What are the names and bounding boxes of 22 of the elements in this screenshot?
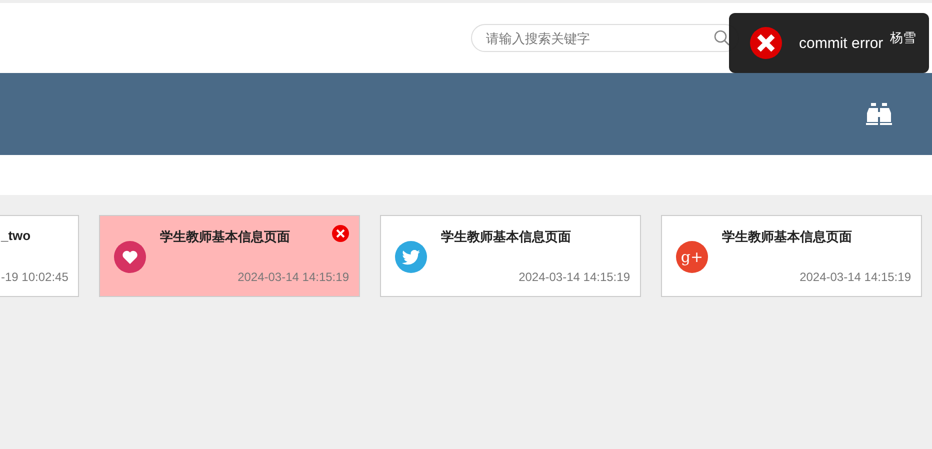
card[interactable]: g+ 学生教师基本信息页面 2024-03-14 14:15:19 xyxy=(661,215,922,297)
search-input[interactable]: 请输入搜索关键字 xyxy=(484,30,714,46)
error-icon xyxy=(749,26,783,60)
card-title: 学生教师基本信息页面 xyxy=(441,228,571,246)
card-time: 2024-03-14 14:15:19 xyxy=(800,270,911,284)
user-name[interactable]: 杨雪 xyxy=(890,29,916,47)
card-title: _two xyxy=(1,228,31,243)
binoculars-icon[interactable] xyxy=(866,103,892,125)
card[interactable]: 学生教师基本信息页面 2024-03-14 14:15:19 xyxy=(380,215,641,297)
search-icon[interactable] xyxy=(714,30,730,46)
card-time: -19 10:02:45 xyxy=(1,270,68,284)
card[interactable]: _two -19 10:02:45 xyxy=(0,215,79,297)
close-button[interactable] xyxy=(332,225,349,242)
toast-message: commit error xyxy=(799,34,884,52)
bird-icon xyxy=(395,241,427,273)
gplus-icon: g+ xyxy=(676,241,708,273)
card-title: 学生教师基本信息页面 xyxy=(160,228,290,246)
card-title: 学生教师基本信息页面 xyxy=(722,228,852,246)
card[interactable]: 学生教师基本信息页面 2024-03-14 14:15:19 xyxy=(99,215,360,297)
card-time: 2024-03-14 14:15:19 xyxy=(238,270,349,284)
card-time: 2024-03-14 14:15:19 xyxy=(518,270,630,284)
close-icon xyxy=(336,229,345,238)
